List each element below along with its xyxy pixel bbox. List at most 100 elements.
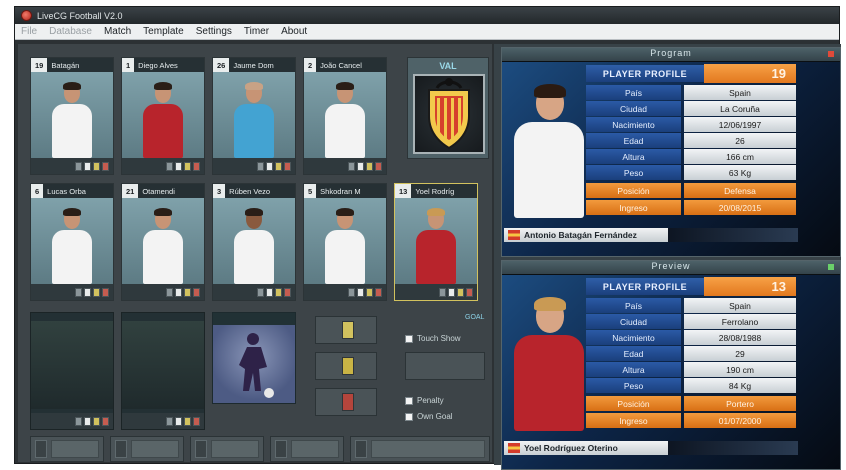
slot[interactable] (269, 436, 344, 462)
penalty-toggle[interactable]: Penalty (405, 396, 444, 405)
card-controls (31, 158, 113, 174)
yellow-card-button[interactable] (184, 287, 191, 297)
red-card-button[interactable] (284, 161, 291, 171)
player-card[interactable]: 5 Shkodran M (303, 183, 387, 301)
player-name: Yoel Rodríg (415, 186, 455, 196)
sub-button[interactable] (439, 287, 446, 297)
player-photo (395, 198, 477, 284)
red-card-button[interactable] (193, 287, 200, 297)
player-photo (122, 198, 204, 284)
player-name: Shkodran M (320, 186, 361, 196)
menu-timer[interactable]: Timer (244, 26, 269, 37)
yellow-card-button[interactable] (366, 287, 373, 297)
slot[interactable] (109, 436, 184, 462)
red-card-button[interactable] (375, 287, 382, 297)
flag-icon (508, 230, 520, 240)
menu-match[interactable]: Match (104, 26, 131, 37)
goal-button[interactable] (84, 287, 91, 297)
goal-button[interactable] (357, 161, 364, 171)
yellow-card-button[interactable] (93, 161, 100, 171)
slot[interactable] (349, 436, 490, 462)
yellow-card-button[interactable] (184, 416, 191, 426)
card-controls (213, 284, 295, 300)
goal-button[interactable] (266, 287, 273, 297)
player-card[interactable]: 19 Batagán (30, 57, 114, 175)
sub-button[interactable] (257, 287, 264, 297)
goal-button[interactable] (357, 287, 364, 297)
sub-button[interactable] (75, 161, 82, 171)
card-slot[interactable] (315, 388, 377, 416)
checkbox[interactable] (405, 334, 413, 343)
sub-button[interactable] (348, 161, 355, 171)
sub-button[interactable] (75, 287, 82, 297)
touch-show-toggle[interactable]: Touch Show (405, 334, 461, 343)
yellow-card-slot[interactable] (315, 352, 377, 380)
app-icon (21, 10, 32, 21)
touch-slot[interactable] (405, 352, 485, 380)
slot[interactable] (189, 436, 264, 462)
red-card-button[interactable] (284, 287, 291, 297)
menu-template[interactable]: Template (143, 26, 184, 37)
goal-button[interactable] (175, 287, 182, 297)
yellow-card-button[interactable] (184, 161, 191, 171)
formation-preview[interactable] (212, 312, 296, 404)
red-card-button[interactable] (102, 161, 109, 171)
preview-title: Preview (651, 261, 691, 271)
empty-player-slot[interactable] (30, 312, 114, 430)
menu-database[interactable]: Database (49, 26, 92, 37)
red-card-button[interactable] (102, 287, 109, 297)
player-card[interactable]: 2 João Cancel (303, 57, 387, 175)
checkbox[interactable] (405, 412, 413, 421)
profile-row: Altura 190 cm (586, 362, 796, 377)
red-card-button[interactable] (193, 416, 200, 426)
sub-button[interactable] (166, 161, 173, 171)
goal-button[interactable] (84, 161, 91, 171)
yellow-card-button[interactable] (366, 161, 373, 171)
card-controls (304, 284, 386, 300)
player-card[interactable]: 1 Diego Alves (121, 57, 205, 175)
sub-button[interactable] (348, 287, 355, 297)
goal-button[interactable] (84, 416, 91, 426)
red-card-button[interactable] (102, 416, 109, 426)
slot[interactable] (30, 436, 104, 462)
yellow-card-button[interactable] (457, 287, 464, 297)
menu-file[interactable]: File (21, 26, 37, 37)
title-bar: LiveCG Football V2.0 (15, 7, 839, 24)
goal-button[interactable] (448, 287, 455, 297)
yellow-card-button[interactable] (93, 287, 100, 297)
goal-button[interactable] (175, 416, 182, 426)
team-crest-panel[interactable]: VAL (407, 57, 489, 159)
yellow-card-button[interactable] (93, 416, 100, 426)
player-card[interactable]: 21 Otamendi (121, 183, 205, 301)
player-card-selected[interactable]: 13 Yoel Rodríg (394, 183, 478, 301)
player-number: 1 (122, 58, 135, 72)
player-name: Diego Alves (138, 60, 178, 70)
team-label: VAL (439, 61, 457, 71)
red-card-slot[interactable] (315, 316, 377, 344)
card-controls (31, 284, 113, 300)
goal-button[interactable] (266, 161, 273, 171)
sub-button[interactable] (75, 416, 82, 426)
red-card-button[interactable] (375, 161, 382, 171)
yellow-card-button[interactable] (275, 287, 282, 297)
red-card-button[interactable] (193, 161, 200, 171)
goal-link[interactable]: GOAL (465, 314, 484, 321)
sub-button[interactable] (166, 416, 173, 426)
goal-button[interactable] (175, 161, 182, 171)
player-card[interactable]: 3 Rúben Vezo (212, 183, 296, 301)
card-controls (31, 413, 113, 429)
checkbox[interactable] (405, 396, 413, 405)
player-card[interactable]: 6 Lucas Orba (30, 183, 114, 301)
menu-settings[interactable]: Settings (196, 26, 232, 37)
sub-button[interactable] (166, 287, 173, 297)
own-goal-toggle[interactable]: Own Goal (405, 412, 453, 421)
player-card[interactable]: 26 Jaume Dom (212, 57, 296, 175)
menu-about[interactable]: About (281, 26, 307, 37)
app-window: LiveCG Football V2.0 File Database Match… (14, 6, 841, 470)
yellow-card-button[interactable] (275, 161, 282, 171)
sub-button[interactable] (257, 161, 264, 171)
red-card-button[interactable] (466, 287, 473, 297)
player-full-name: Antonio Batagán Fernández (524, 230, 637, 240)
empty-player-slot[interactable] (121, 312, 205, 430)
bottom-slots (30, 436, 490, 464)
